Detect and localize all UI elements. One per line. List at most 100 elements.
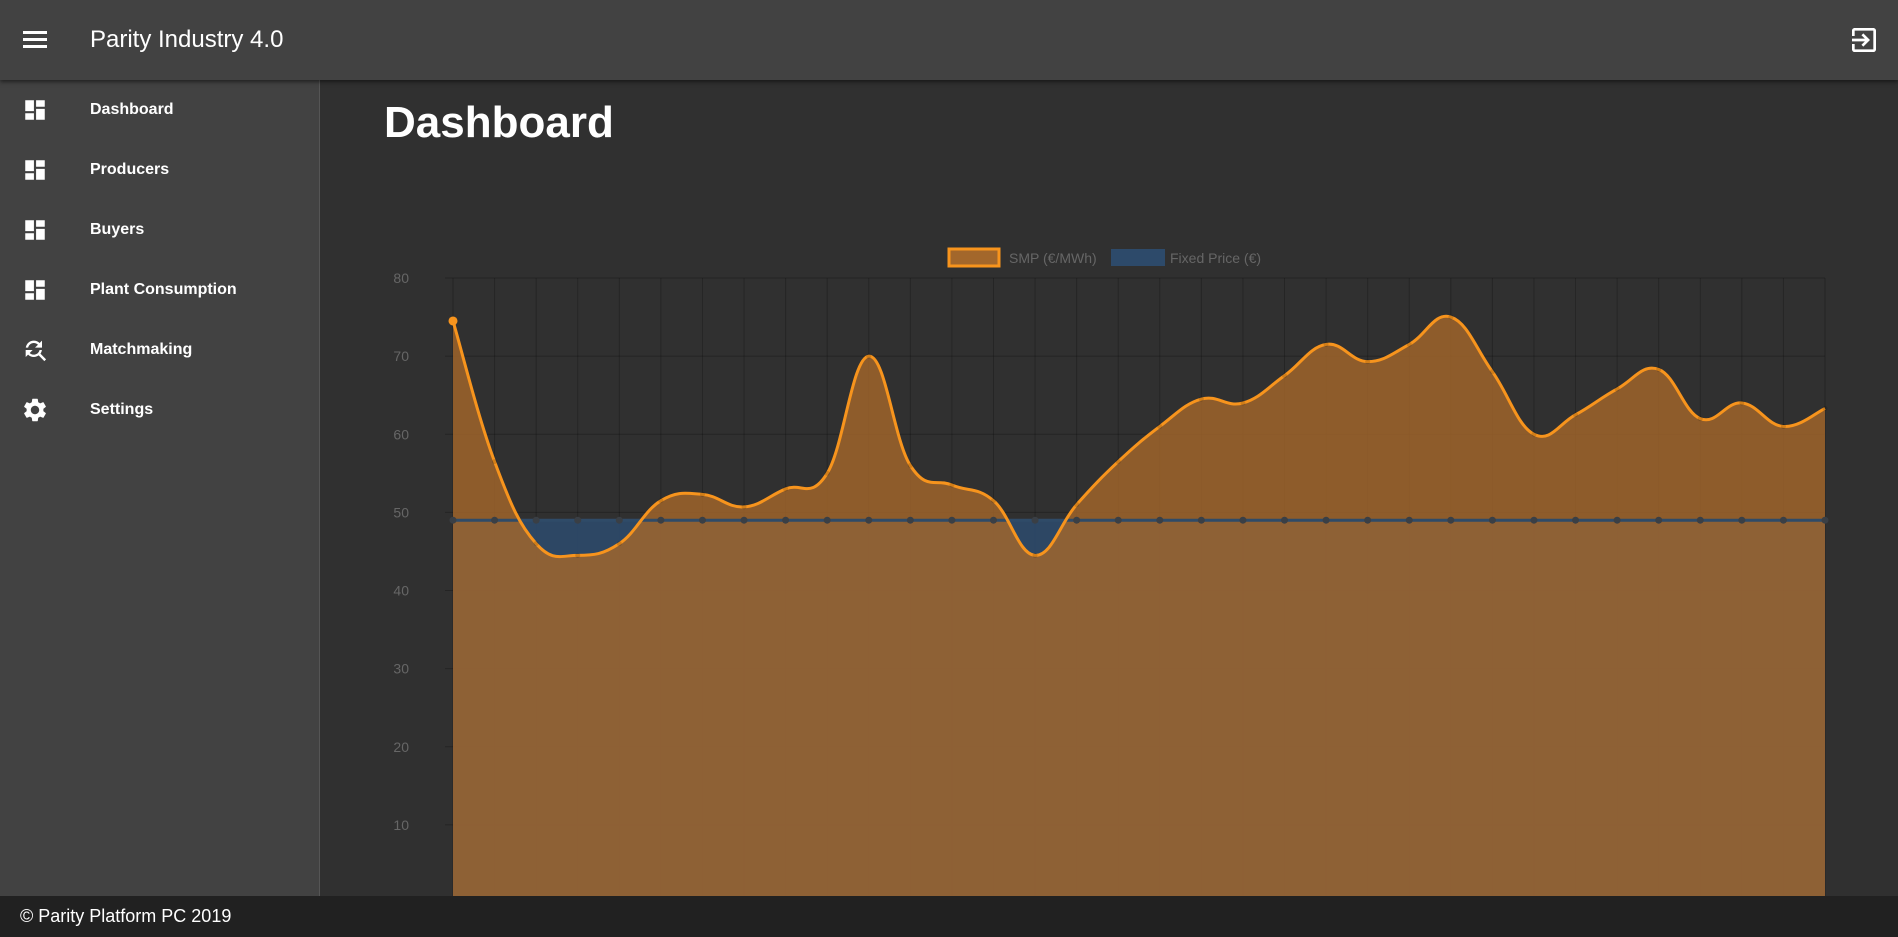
smp-point (1489, 369, 1495, 375)
fixed-price-point (1488, 516, 1496, 524)
smp-point (492, 459, 498, 465)
logout-icon (1852, 28, 1876, 52)
sidebar-item-label: Plant Consumption (90, 281, 237, 298)
fixed-price-point (1114, 516, 1122, 524)
sidebar-item-dashboard[interactable]: Dashboard (0, 80, 319, 140)
smp-point (1323, 341, 1329, 347)
y-tick-label: 60 (393, 426, 409, 442)
sidebar-item-label: Buyers (90, 221, 145, 238)
smp-point (824, 470, 830, 476)
smp-point (1074, 502, 1080, 508)
smp-point (1240, 400, 1246, 406)
smp-point (1780, 423, 1786, 429)
smp-point (533, 541, 539, 547)
footer: © Parity Platform PC 2019 (0, 896, 1898, 937)
y-tick-label: 80 (393, 270, 409, 286)
fixed-price-point (1322, 516, 1330, 524)
smp-point (1115, 459, 1121, 465)
smp-point (1531, 431, 1537, 437)
fixed-price-point (948, 516, 956, 524)
copyright-text: © Parity Platform PC 2019 (20, 906, 232, 926)
sidebar-item-label: Dashboard (90, 101, 174, 118)
smp-point (658, 498, 664, 504)
smp-point (1697, 416, 1703, 422)
main-content: Dashboard 010203040506070802017 Jan2017 … (321, 80, 1898, 896)
smp-point (1573, 412, 1579, 418)
smp-point (783, 486, 789, 492)
fixed-price-point (1281, 516, 1289, 524)
fixed-price-point (1364, 516, 1372, 524)
fixed-price-point (989, 516, 997, 524)
sidebar-item-buyers[interactable]: Buyers (0, 200, 319, 260)
fixed-price-point (1572, 516, 1580, 524)
fixed-price-point (1696, 516, 1704, 524)
dashboard-icon (25, 280, 45, 300)
sidebar-item-producers[interactable]: Producers (0, 140, 319, 200)
sidebar: Dashboard Producers Buyers Plant Consump… (0, 80, 320, 896)
sidebar-item-label: Producers (90, 161, 170, 178)
fixed-price-point (532, 516, 540, 524)
dashboard-icon (25, 220, 45, 240)
smp-point (949, 482, 955, 488)
fixed-price-point (449, 516, 457, 524)
fixed-price-point (698, 516, 706, 524)
legend-label-smp: SMP (€/MWh) (1009, 250, 1097, 266)
smp-point (448, 316, 458, 326)
find-replace-icon (25, 340, 47, 362)
fixed-price-point (906, 516, 914, 524)
fixed-price-point (823, 516, 831, 524)
smp-point (1032, 552, 1038, 558)
smp-point (1198, 396, 1204, 402)
y-tick-label: 50 (393, 504, 409, 520)
fixed-price-point (1530, 516, 1538, 524)
smp-point (741, 504, 747, 510)
legend-label-fixed-price: Fixed Price (€) (1170, 250, 1261, 266)
logout-button[interactable] (1848, 24, 1880, 56)
legend-swatch-fixed-price (1111, 249, 1165, 266)
fixed-price-point (782, 516, 790, 524)
smp-point (1406, 341, 1412, 347)
fixed-price-point (740, 516, 748, 524)
smp-point (1656, 366, 1662, 372)
app-title: Parity Industry 4.0 (90, 26, 284, 53)
smp-area (453, 316, 1825, 896)
fixed-price-point (1447, 516, 1455, 524)
smp-point (990, 498, 996, 504)
smp-price-chart: 010203040506070802017 Jan2017 Feb2017 Ma… (393, 247, 1829, 896)
fixed-price-point (491, 516, 499, 524)
smp-point (699, 491, 705, 497)
fixed-price-point (1613, 516, 1621, 524)
smp-point (575, 552, 581, 558)
fixed-price-point (1031, 516, 1039, 524)
fixed-price-point (1156, 516, 1164, 524)
fixed-price-point (1239, 516, 1247, 524)
sidebar-item-settings[interactable]: Settings (0, 380, 319, 440)
dashboard-icon (25, 160, 45, 180)
fixed-price-point (1738, 516, 1746, 524)
fixed-price-point (1821, 516, 1829, 524)
y-tick-label: 20 (393, 739, 409, 755)
top-app-bar: Parity Industry 4.0 (0, 0, 1898, 80)
menu-button[interactable] (0, 0, 70, 80)
y-tick-label: 70 (393, 348, 409, 364)
y-tick-label: 40 (393, 583, 409, 599)
smp-point (1614, 386, 1620, 392)
sidebar-item-label: Matchmaking (90, 341, 193, 358)
smp-point (1448, 314, 1454, 320)
sidebar-item-matchmaking[interactable]: Matchmaking (0, 320, 319, 380)
fixed-price-point (574, 516, 582, 524)
smp-point (1739, 400, 1745, 406)
y-tick-label: 30 (393, 661, 409, 677)
smp-point (1822, 405, 1828, 411)
smp-point (1157, 423, 1163, 429)
dashboard-icon (25, 100, 45, 120)
fixed-price-point (615, 516, 623, 524)
fixed-price-point (657, 516, 665, 524)
gear-icon (24, 398, 46, 422)
smp-point (1365, 359, 1371, 365)
fixed-price-point (865, 516, 873, 524)
legend-swatch-smp (947, 247, 1001, 268)
sidebar-item-plant-consumption[interactable]: Plant Consumption (0, 260, 319, 320)
smp-point (616, 541, 622, 547)
fixed-price-point (1197, 516, 1205, 524)
